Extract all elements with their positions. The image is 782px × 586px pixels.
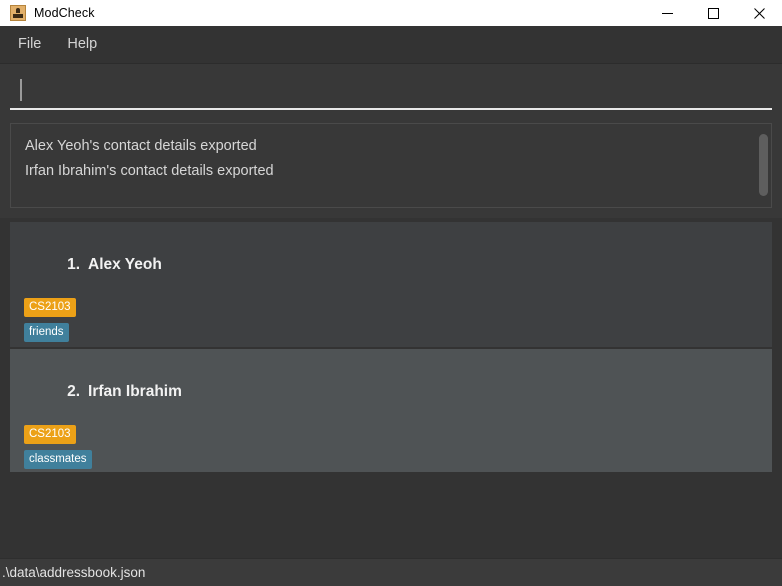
person-card-title: 2. Irfan Ibrahim xyxy=(24,365,772,419)
person-card-title: 1. Alex Yeoh xyxy=(24,238,772,292)
close-icon xyxy=(753,7,765,19)
person-list-panel: 1. Alex Yeoh CS2103 friends 2. Irfan Ibrah… xyxy=(0,218,782,558)
minimize-button[interactable] xyxy=(644,0,690,26)
result-line: Alex Yeoh's contact details exported xyxy=(25,138,257,154)
minimize-icon xyxy=(661,12,673,14)
person-card-index: 2. xyxy=(67,383,81,400)
tag-chip: friends xyxy=(24,323,69,342)
result-display: Alex Yeoh's contact details exported Irf… xyxy=(10,123,772,208)
close-button[interactable] xyxy=(736,0,782,26)
menu-bar: File Help xyxy=(0,26,782,64)
result-line: Irfan Ibrahim's contact details exported xyxy=(25,163,274,179)
tag-chip: CS2103 xyxy=(24,425,76,444)
command-box xyxy=(0,64,782,118)
person-card[interactable]: 1. Alex Yeoh CS2103 friends xyxy=(10,222,772,347)
person-card-tags: CS2103 xyxy=(24,297,772,317)
person-card[interactable]: 2. Irfan Ibrahim CS2103 classmates xyxy=(10,349,772,472)
menu-item-file[interactable]: File xyxy=(8,32,51,57)
person-card-tags: friends xyxy=(24,322,772,342)
person-card-name: Irfan Ibrahim xyxy=(88,383,182,400)
maximize-icon xyxy=(707,7,719,19)
person-list: 1. Alex Yeoh CS2103 friends 2. Irfan Ibrah… xyxy=(10,222,772,554)
status-bar-path: .\data\addressbook.json xyxy=(2,565,146,580)
result-scrollbar-thumb[interactable] xyxy=(759,134,768,196)
result-scrollbar[interactable] xyxy=(758,126,769,205)
menu-item-help[interactable]: Help xyxy=(57,32,107,57)
command-input[interactable] xyxy=(10,72,772,110)
result-display-lines: Alex Yeoh's contact details exported Irf… xyxy=(11,124,771,184)
tag-chip: classmates xyxy=(24,450,92,469)
maximize-button[interactable] xyxy=(690,0,736,26)
person-card-tags: classmates xyxy=(24,449,772,469)
tag-chip: CS2103 xyxy=(24,298,76,317)
text-caret xyxy=(20,79,22,101)
window-title: ModCheck xyxy=(34,6,95,20)
person-card-name: Alex Yeoh xyxy=(88,256,162,273)
title-bar: ModCheck xyxy=(0,0,782,26)
window-controls xyxy=(644,0,782,26)
person-podium-icon xyxy=(10,5,26,21)
person-card-tags: CS2103 xyxy=(24,424,772,444)
status-bar: .\data\addressbook.json xyxy=(0,558,782,586)
person-card-index: 1. xyxy=(67,256,81,273)
modcheck-window: ModCheck File Help Alex Yeoh's contact d… xyxy=(0,0,782,586)
